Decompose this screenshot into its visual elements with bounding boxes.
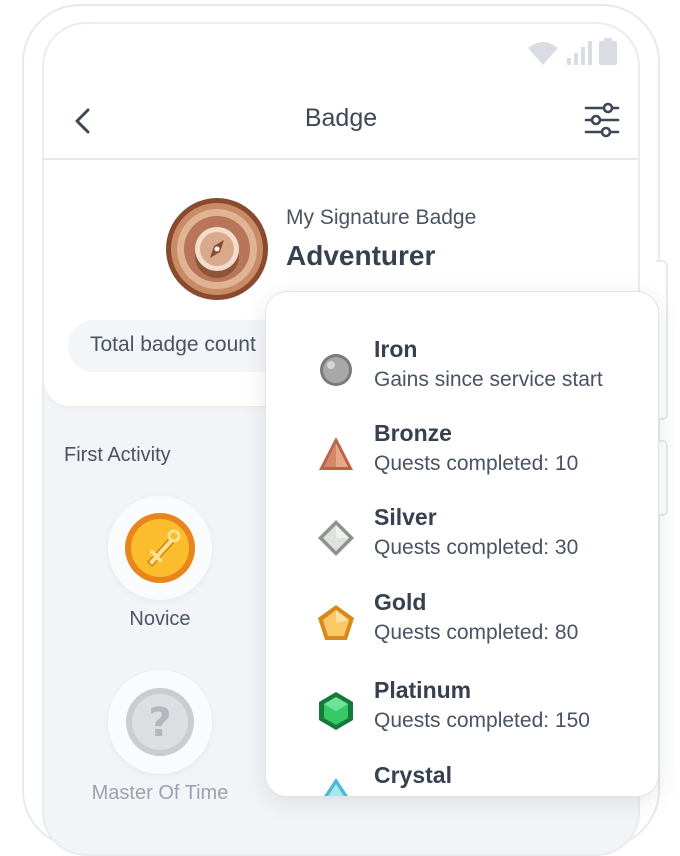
tier-desc: Quests completed: 30 <box>374 536 579 559</box>
section-title: First Activity <box>64 444 171 466</box>
gold-pentagon-icon <box>318 605 354 640</box>
tier-item-platinum: Platinum Quests completed: 150 <box>266 677 658 757</box>
battery-icon <box>599 38 617 65</box>
crystal-drop-icon <box>324 778 348 796</box>
tier-item-silver: Silver Quests completed: 30 <box>266 504 658 584</box>
signature-badge-name: Adventurer <box>286 240 436 271</box>
sword-coin-icon <box>125 513 195 583</box>
badge-label-novice: Novice <box>129 608 191 630</box>
tier-desc: Quests completed: 150 <box>374 709 590 732</box>
tier-name: Platinum <box>374 677 472 703</box>
tier-name: Crystal <box>374 762 452 788</box>
app-bar: Badge <box>44 84 638 160</box>
silver-diamond-icon <box>318 520 354 556</box>
badge-novice[interactable] <box>108 496 212 600</box>
badge-label-master-of-time: Master Of Time <box>91 782 229 804</box>
tier-desc: Quests completed: 80 <box>374 621 579 644</box>
tier-name: Iron <box>374 336 418 362</box>
tier-name: Silver <box>374 504 437 530</box>
status-bar <box>44 24 638 84</box>
badge-tier-popover: Iron Gains since service start Bronze Qu… <box>265 291 659 797</box>
badge-master-of-time[interactable]: ? <box>108 670 212 774</box>
signal-icon <box>567 41 592 65</box>
svg-text:?: ? <box>148 700 171 746</box>
tier-item-gold: Gold Quests completed: 80 <box>266 589 658 669</box>
tier-name: Gold <box>374 589 427 615</box>
tier-item-crystal: Crystal <box>266 762 658 796</box>
total-badge-label: Total badge count <box>90 333 256 356</box>
tier-desc: Gains since service start <box>374 368 603 391</box>
tier-desc: Quests completed: 10 <box>374 452 579 475</box>
compass-badge-icon[interactable] <box>164 196 270 302</box>
sliders-icon[interactable] <box>582 100 622 140</box>
tier-item-iron: Iron Gains since service start <box>266 336 658 416</box>
iron-circle-icon <box>320 354 352 386</box>
page-title: Badge <box>304 104 378 132</box>
tier-name: Bronze <box>374 420 452 446</box>
signature-badge-label: My Signature Badge <box>286 206 477 229</box>
platinum-hexagon-icon <box>319 692 353 730</box>
wifi-icon <box>528 42 558 65</box>
bronze-triangle-icon <box>319 437 353 470</box>
question-coin-icon: ? <box>126 688 194 756</box>
tier-item-bronze: Bronze Quests completed: 10 <box>266 420 658 500</box>
